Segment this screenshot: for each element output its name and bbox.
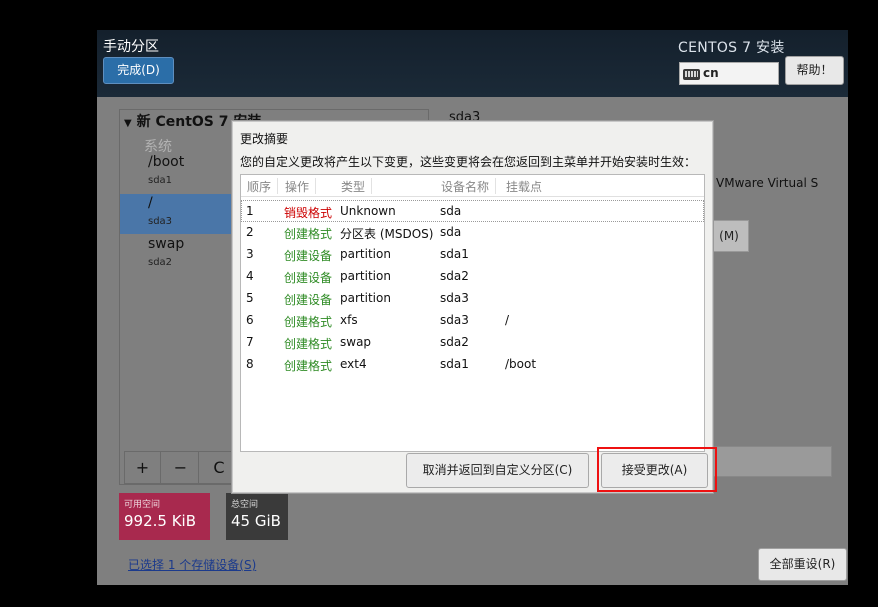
type-cell: partition	[340, 291, 391, 305]
available-space-box: 可用空间 992.5 KiB	[119, 493, 210, 540]
mount-point-label: /	[148, 195, 153, 211]
reset-all-button[interactable]: 全部重设(R)	[758, 548, 847, 581]
table-row[interactable]: 7 创建格式 swap sda2	[241, 332, 704, 354]
table-row[interactable]: 5 创建设备 partition sda3	[241, 288, 704, 310]
total-space-box: 总空间 45 GiB	[226, 493, 288, 540]
keyboard-layout-indicator[interactable]: cn	[679, 62, 779, 85]
mount-cell: /	[505, 313, 510, 327]
storage-devices-link[interactable]: 已选择 1 个存储设备(S)	[128, 556, 256, 573]
add-partition-button[interactable]: +	[125, 452, 161, 483]
order-cell: 5	[246, 291, 254, 305]
page-title: 手动分区	[103, 39, 159, 55]
order-cell: 2	[246, 225, 254, 239]
collapse-arrow-icon[interactable]: ▼	[124, 118, 132, 129]
action-cell: 创建格式	[284, 359, 333, 373]
device-description: VMware Virtual S	[716, 176, 819, 190]
table-row[interactable]: 6 创建格式 xfs sda3 /	[241, 310, 704, 332]
table-row[interactable]: 8 创建格式 ext4 sda1 /boot	[241, 354, 704, 376]
column-header-mount[interactable]: 挂载点	[506, 178, 548, 194]
available-space-value: 992.5 KiB	[124, 512, 197, 530]
available-space-label: 可用空间	[124, 500, 161, 510]
partition-item-root[interactable]: / sda3	[120, 194, 250, 234]
remove-partition-button[interactable]: −	[163, 452, 199, 483]
device-cell: sda3	[440, 313, 469, 327]
action-cell: 创建设备	[284, 293, 333, 307]
modify-button[interactable]: (M)	[709, 220, 749, 252]
column-header-type[interactable]: 类型	[341, 178, 373, 194]
device-label: sda3	[148, 216, 173, 227]
order-cell: 3	[246, 247, 254, 261]
device-label: sda2	[148, 257, 173, 268]
summary-of-changes-dialog: 更改摘要 您的自定义更改将产生以下变更，这些变更将会在您返回到主菜单并开始安装时…	[232, 121, 713, 493]
total-space-value: 45 GiB	[231, 512, 281, 530]
label-field[interactable]	[707, 446, 832, 477]
type-cell: swap	[340, 335, 372, 349]
type-cell: 分区表 (MSDOS)	[340, 227, 434, 241]
order-cell: 6	[246, 313, 254, 327]
keyboard-icon	[683, 69, 700, 80]
dialog-title: 更改摘要	[240, 132, 289, 146]
cancel-return-button[interactable]: 取消并返回到自定义分区(C)	[406, 453, 589, 488]
type-cell: xfs	[340, 313, 358, 327]
mount-point-label: /boot	[148, 154, 185, 170]
action-cell: 创建设备	[284, 271, 333, 285]
table-row[interactable]: 4 创建设备 partition sda2	[241, 266, 704, 288]
type-cell: partition	[340, 269, 391, 283]
device-cell: sda1	[440, 357, 469, 371]
table-row[interactable]: 3 创建设备 partition sda1	[241, 244, 704, 266]
device-cell: sda	[440, 204, 462, 218]
table-row[interactable]: 1 销毁格式 Unknown sda	[241, 200, 704, 222]
dialog-description: 您的自定义更改将产生以下变更，这些变更将会在您返回到主菜单并开始安装时生效：	[240, 155, 697, 169]
action-cell: 创建设备	[284, 249, 333, 263]
partition-item-swap[interactable]: swap sda2	[120, 236, 250, 274]
action-cell: 销毁格式	[284, 206, 333, 220]
device-cell: sda2	[440, 335, 469, 349]
device-label: sda1	[148, 175, 173, 186]
mount-point-label: swap	[148, 236, 185, 252]
done-button[interactable]: 完成(D)	[103, 57, 174, 84]
changes-table: 顺序 操作 类型 设备名称 挂载点 1 销毁格式 Unknown sda 2 创…	[240, 174, 705, 452]
install-title: CENTOS 7 安装	[678, 40, 785, 56]
partition-item-boot[interactable]: /boot sda1	[120, 154, 250, 192]
top-header: 手动分区 完成(D) CENTOS 7 安装 cn 帮助！	[97, 30, 848, 97]
column-header-device[interactable]: 设备名称	[441, 178, 497, 194]
action-cell: 创建格式	[284, 315, 333, 329]
device-cell: sda3	[440, 291, 469, 305]
column-header-action[interactable]: 操作	[285, 178, 317, 194]
table-header: 顺序 操作 类型 设备名称 挂载点	[241, 175, 704, 197]
total-space-label: 总空间	[231, 500, 259, 510]
type-cell: Unknown	[340, 204, 396, 218]
device-cell: sda	[440, 225, 462, 239]
order-cell: 4	[246, 269, 254, 283]
type-cell: ext4	[340, 357, 367, 371]
mount-cell: /boot	[505, 357, 537, 371]
table-row[interactable]: 2 创建格式 分区表 (MSDOS) sda	[241, 222, 704, 244]
help-button[interactable]: 帮助！	[785, 56, 844, 85]
action-cell: 创建格式	[284, 337, 333, 351]
type-cell: partition	[340, 247, 391, 261]
system-group-label: 系统	[144, 139, 172, 155]
column-header-order[interactable]: 顺序	[247, 178, 279, 194]
action-cell: 创建格式	[284, 227, 333, 241]
keyboard-layout-label: cn	[703, 66, 719, 80]
order-cell: 7	[246, 335, 254, 349]
order-cell: 8	[246, 357, 254, 371]
highlight-box	[597, 447, 717, 492]
device-cell: sda1	[440, 247, 469, 261]
device-cell: sda2	[440, 269, 469, 283]
order-cell: 1	[246, 204, 254, 218]
